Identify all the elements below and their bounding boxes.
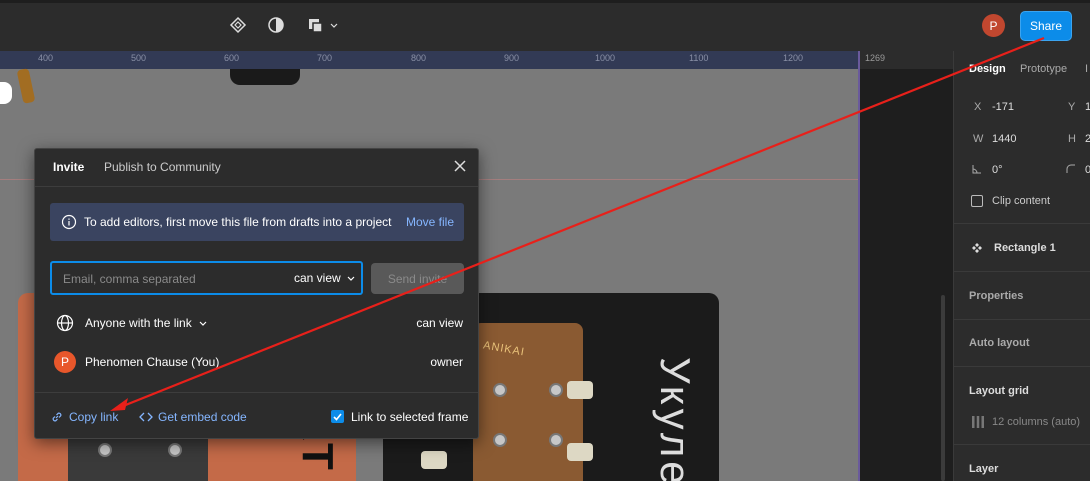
user-avatar[interactable]: P	[982, 14, 1005, 37]
link-selected-frame-checkbox[interactable]	[331, 410, 344, 423]
tab-inspect[interactable]: I	[1085, 63, 1088, 75]
auto-layout-section[interactable]: Auto layout	[969, 337, 1030, 349]
layout-grid-section[interactable]: Layout grid	[969, 385, 1029, 397]
rotation-input[interactable]: 0°	[992, 164, 1003, 176]
h-input[interactable]: 2	[1085, 133, 1090, 145]
app-window: P Share 400 500 600 700 800 900 1000 110…	[0, 0, 1090, 481]
panel-divider	[954, 271, 1090, 272]
w-label: W	[973, 133, 984, 145]
canvas-white-shape[interactable]	[0, 82, 12, 104]
share-button[interactable]: Share	[1020, 11, 1072, 41]
tab-publish-community[interactable]: Publish to Community	[104, 160, 221, 174]
panel-divider	[954, 319, 1090, 320]
ruler-tick: 900	[504, 53, 520, 63]
x-label: X	[974, 101, 982, 113]
contrast-icon[interactable]	[265, 14, 287, 36]
y-input[interactable]: 1	[1085, 101, 1090, 113]
clip-content-checkbox[interactable]	[971, 195, 983, 207]
component-icon[interactable]	[227, 14, 249, 36]
embed-code-button[interactable]: Get embed code	[158, 410, 247, 424]
ruler-tick: 800	[411, 53, 427, 63]
permission-dropdown[interactable]: can view	[294, 271, 355, 285]
panel-divider	[954, 366, 1090, 367]
ruler-right-readout: 1269	[860, 51, 953, 69]
close-icon[interactable]	[451, 157, 469, 175]
permission-label: can view	[294, 271, 341, 285]
ruler-tick: 700	[317, 53, 333, 63]
chevron-down-icon	[347, 276, 355, 281]
dialog-divider	[35, 186, 478, 187]
dialog-footer-divider	[35, 392, 478, 393]
invite-email-field[interactable]: Email, comma separated can view	[50, 261, 363, 295]
properties-section[interactable]: Properties	[969, 290, 1023, 302]
tuning-peg	[567, 443, 593, 461]
properties-panel: Design Prototype I X -171 Y 1 W 1440 H 2…	[953, 51, 1090, 481]
tab-invite[interactable]: Invite	[53, 160, 84, 174]
link-permission[interactable]: can view	[416, 316, 463, 330]
ruler-tick: 600	[224, 53, 240, 63]
clip-content-label: Clip content	[992, 195, 1051, 207]
tuning-peg	[421, 451, 447, 469]
component-instance-icon	[972, 243, 982, 253]
radius-input[interactable]: 0	[1085, 164, 1090, 176]
panel-divider	[954, 444, 1090, 445]
ruler-tick: 1100	[689, 53, 709, 63]
grid-columns-icon	[972, 416, 984, 428]
tuning-post	[493, 383, 507, 397]
ruler-right-value: 1269	[865, 53, 886, 63]
layer-name[interactable]: Rectangle 1	[994, 242, 1056, 254]
shape-menu-icon[interactable]	[306, 14, 340, 36]
info-icon	[61, 214, 77, 230]
code-icon[interactable]	[139, 410, 153, 424]
tuning-peg	[567, 381, 593, 399]
copy-link-button[interactable]: Copy link	[69, 410, 118, 424]
ruler-tick: 500	[131, 53, 147, 63]
w-input[interactable]: 1440	[992, 133, 1016, 145]
drafts-info-banner: To add editors, first move this file fro…	[50, 203, 464, 241]
move-file-link[interactable]: Move file	[406, 215, 454, 229]
link-icon[interactable]	[50, 410, 64, 424]
tab-prototype[interactable]: Prototype	[1020, 63, 1067, 75]
tuning-post	[168, 443, 182, 457]
link-access-label: Anyone with the link	[85, 316, 192, 330]
ruler-selection-band	[0, 51, 860, 69]
check-icon	[333, 412, 342, 421]
owner-role: owner	[430, 355, 463, 369]
banner-message: To add editors, first move this file fro…	[84, 215, 392, 229]
top-toolbar: P Share	[0, 0, 1090, 51]
x-input[interactable]: -171	[992, 101, 1014, 113]
chevron-down-icon	[199, 321, 207, 326]
canvas-offframe-area	[860, 69, 953, 481]
owner-avatar: P	[54, 351, 76, 373]
panel-divider	[954, 223, 1090, 224]
link-selected-frame-label: Link to selected frame	[351, 410, 469, 424]
rotation-icon	[972, 165, 981, 174]
canvas-dark-shape[interactable]	[230, 69, 300, 85]
headstock-brand: ANIKAI	[482, 339, 526, 359]
owner-name: Phenomen Chause (You)	[85, 355, 220, 369]
card-right-title: Укуле	[652, 357, 699, 481]
ruler-tick: 400	[38, 53, 54, 63]
ruler-tick: 1000	[595, 53, 616, 63]
tuning-post	[98, 443, 112, 457]
layer-section[interactable]: Layer	[969, 463, 998, 475]
canvas-scrollbar[interactable]	[941, 295, 945, 481]
h-label: H	[1068, 133, 1076, 145]
y-label: Y	[1068, 101, 1076, 113]
horizontal-ruler: 400 500 600 700 800 900 1000 1100 1200	[0, 51, 860, 69]
corner-radius-icon	[1066, 164, 1075, 173]
share-dialog: Invite Publish to Community To add edito…	[34, 148, 479, 439]
tab-design[interactable]: Design	[969, 63, 1006, 75]
tuning-post	[549, 433, 563, 447]
tuning-post	[549, 383, 563, 397]
layout-grid-value[interactable]: 12 columns (auto)	[992, 416, 1080, 428]
ruler-tick: 1200	[783, 53, 804, 63]
tuning-post	[493, 433, 507, 447]
link-access-dropdown[interactable]: Anyone with the link	[85, 316, 207, 330]
title-strip	[0, 0, 1090, 3]
email-placeholder: Email, comma separated	[63, 272, 196, 286]
globe-icon	[56, 314, 74, 332]
send-invite-button[interactable]: Send invite	[371, 263, 464, 294]
